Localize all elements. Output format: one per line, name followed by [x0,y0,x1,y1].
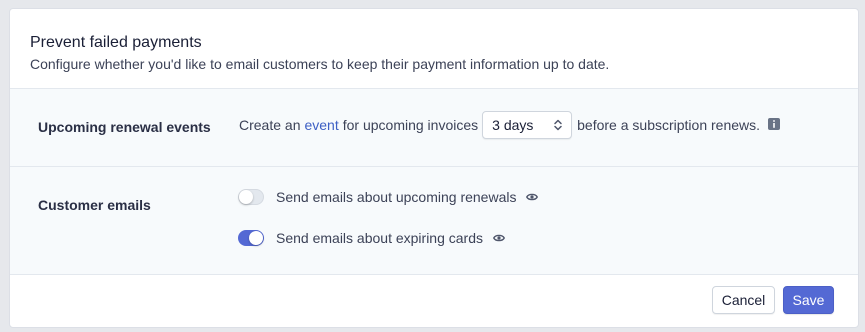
customer-emails-label: Customer emails [38,197,151,213]
expiring-cards-label: Send emails about expiring cards [276,230,484,246]
cancel-button[interactable]: Cancel [712,286,775,314]
renewal-events-setting: Create an event for upcoming invoices 3 … [239,111,781,139]
renewal-days-value: 3 days [492,117,534,133]
page-subtitle: Configure whether you'd like to email cu… [30,56,610,72]
renewal-days-select[interactable]: 3 days [482,111,573,139]
renewal-events-label: Upcoming renewal events [38,119,211,135]
renewal-text-after: before a subscription renews. [577,117,761,133]
upcoming-renewals-label: Send emails about upcoming renewals [276,189,517,205]
settings-card: Prevent failed payments Configure whethe… [9,8,859,328]
card-header: Prevent failed payments Configure whethe… [10,9,858,89]
save-button[interactable]: Save [783,286,834,314]
card-footer: Cancel Save [10,275,858,327]
renewal-events-section: Upcoming renewal events Create an event … [10,89,858,167]
select-chevron-icon [554,119,562,131]
expiring-cards-toggle[interactable] [238,230,264,246]
eye-icon[interactable] [526,189,539,205]
expiring-cards-option: Send emails about expiring cards [238,230,505,246]
customer-emails-section: Customer emails Send emails about upcomi… [10,167,858,275]
upcoming-renewals-toggle[interactable] [238,189,264,205]
event-link[interactable]: event [304,117,338,133]
renewal-text-middle: for upcoming invoices [342,117,479,133]
renewal-text-before: Create an [239,117,301,133]
info-icon[interactable] [768,117,781,133]
eye-icon[interactable] [493,230,505,246]
upcoming-renewals-option: Send emails about upcoming renewals [238,189,539,205]
page-title: Prevent failed payments [30,34,202,51]
